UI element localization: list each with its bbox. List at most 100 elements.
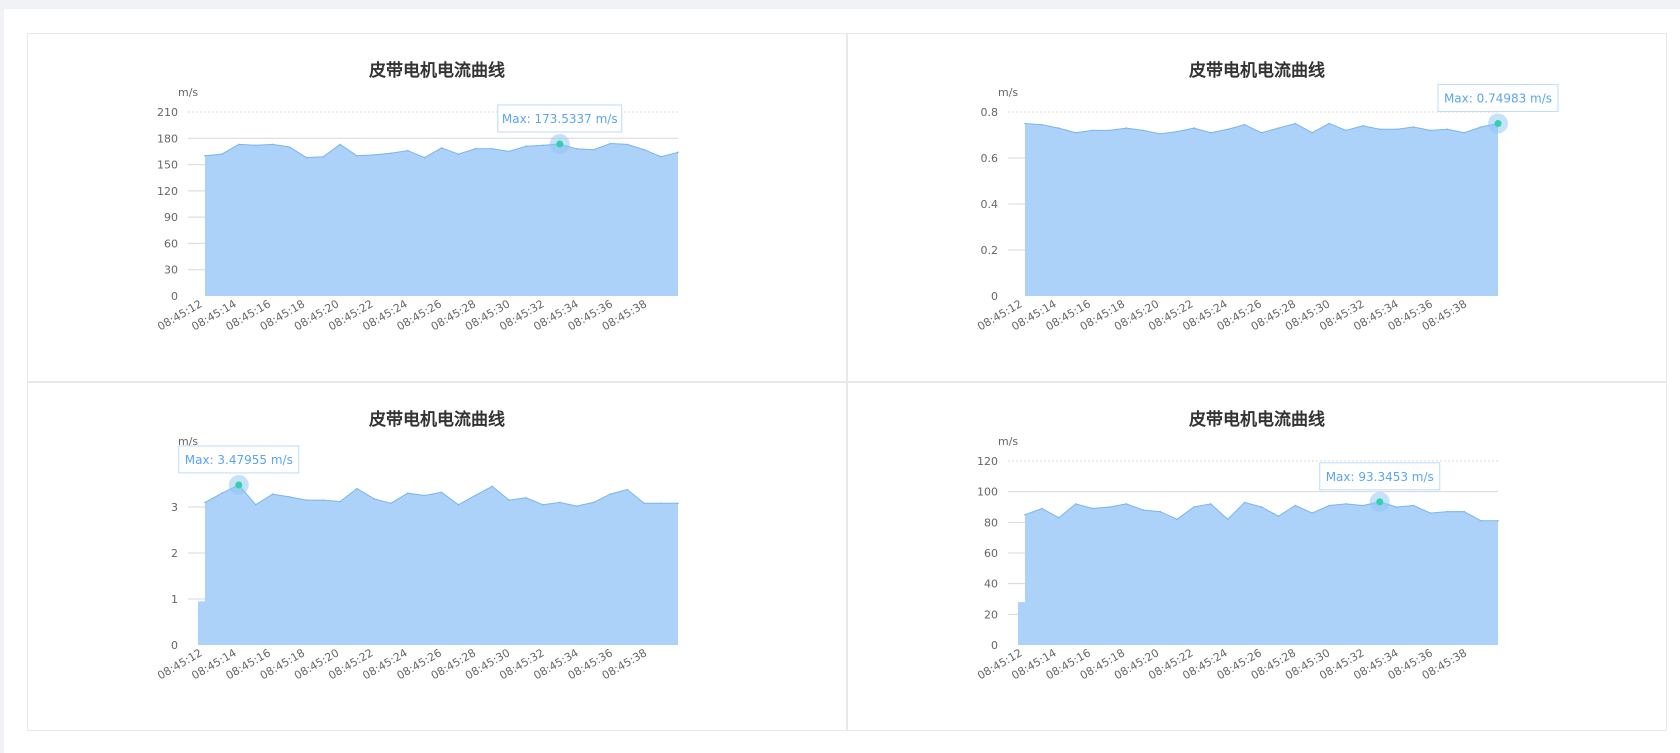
data-point (1243, 501, 1246, 504)
chart-panel-1: 皮带电机电流曲线 m/s 0 30 60 90 120 150 180 210 Max: 173.5… (27, 33, 847, 382)
data-point (491, 485, 494, 488)
max-marker[interactable] (556, 140, 564, 148)
data-point (1345, 503, 1347, 505)
data-point (575, 505, 578, 507)
y-tick-label: 20 (984, 608, 998, 621)
y-tick-label: 0 (991, 639, 998, 652)
y-tick-label: 30 (164, 264, 178, 277)
y-axis-unit: m/s (178, 86, 198, 99)
area-fill (1025, 123, 1498, 296)
page-background: 皮带电机电流曲线 m/s 0 30 60 90 120 150 180 210 Max: 173.5… (4, 9, 1680, 753)
area-fill (205, 143, 678, 296)
data-point (390, 502, 392, 505)
data-point (1142, 509, 1145, 511)
y-axis-unit: m/s (998, 86, 1018, 99)
data-point (626, 488, 629, 491)
y-tick-label: 180 (157, 132, 178, 145)
data-point (1226, 518, 1229, 521)
area-fill (1025, 501, 1498, 645)
data-point (1328, 504, 1330, 507)
y-tick-label: 60 (984, 547, 998, 560)
data-point (1362, 504, 1364, 507)
area-fill (205, 484, 678, 645)
data-point (1176, 130, 1178, 133)
data-point (542, 144, 544, 147)
y-tick-label: 2 (171, 547, 178, 560)
max-marker[interactable] (1494, 120, 1502, 128)
data-point (1210, 503, 1212, 505)
y-tick-label: 210 (157, 106, 178, 119)
data-point (356, 155, 358, 157)
data-point (643, 502, 645, 505)
data-point (373, 154, 375, 156)
data-point (1429, 129, 1432, 132)
y-tick-label: 120 (977, 455, 998, 468)
data-point (1412, 504, 1415, 507)
data-point (305, 156, 308, 159)
data-point (271, 493, 274, 495)
data-point (254, 503, 257, 506)
y-tick-label: 90 (164, 211, 178, 224)
data-point (1429, 512, 1432, 514)
data-point (1125, 503, 1128, 505)
data-point (575, 148, 578, 150)
y-tick-label: 60 (164, 237, 178, 250)
y-tick-label: 0.6 (981, 152, 999, 165)
data-point (1226, 128, 1229, 131)
data-point (508, 499, 510, 501)
data-point (423, 494, 426, 497)
data-point (1362, 125, 1364, 127)
chart-grid: 皮带电机电流曲线 m/s 0 30 60 90 120 150 180 210 Max: 173.5… (27, 33, 1667, 731)
data-point (1497, 520, 1499, 522)
data-point (271, 143, 274, 146)
data-point (339, 143, 341, 146)
y-tick-label: 0.8 (981, 106, 999, 119)
max-marker[interactable] (235, 481, 243, 489)
data-point (525, 145, 527, 147)
data-point (643, 148, 645, 151)
data-point (406, 149, 409, 152)
data-point (1159, 133, 1161, 135)
data-point (440, 147, 443, 149)
data-point (1125, 127, 1128, 129)
data-point (609, 493, 612, 495)
data-point (542, 503, 544, 506)
data-point (1058, 516, 1060, 519)
data-point (1243, 123, 1246, 126)
data-point (1294, 122, 1297, 125)
y-tick-label: 1 (171, 593, 178, 606)
data-point (1260, 131, 1263, 134)
data-point (406, 492, 409, 494)
data-point (1024, 513, 1026, 516)
data-point (1294, 504, 1297, 507)
chart-panel-3: 皮带电机电流曲线 m/s 0 1 2 3 Max: 3.47955 m/s 08:45:12 0… (27, 382, 847, 731)
data-point (592, 501, 595, 504)
data-point (254, 144, 257, 147)
data-point (288, 146, 291, 148)
chart-svg-4: 皮带电机电流曲线 m/s 0 20 40 60 80 100 120 Max: 93.3453 m… (975, 409, 1499, 682)
data-point (1108, 506, 1111, 508)
data-point (1058, 127, 1060, 129)
chart-title: 皮带电机电流曲线 (369, 409, 505, 430)
max-marker[interactable] (1376, 498, 1384, 506)
data-point (1480, 126, 1482, 128)
tooltip-text: Max: 173.5337 m/s (502, 112, 618, 126)
data-point (322, 499, 325, 501)
data-point (1277, 127, 1280, 129)
data-point (559, 501, 561, 504)
data-point (1176, 518, 1178, 521)
chart-panel-2: 皮带电机电流曲线 m/s 0 0.2 0.4 0.6 0.8 Max: 0.74983 m/s… (847, 33, 1667, 382)
data-point (221, 492, 223, 494)
data-point (474, 494, 477, 497)
data-point (238, 143, 240, 146)
data-point (677, 502, 679, 505)
data-point (204, 155, 206, 157)
data-point (1091, 507, 1094, 510)
y-tick-label: 40 (984, 578, 998, 591)
data-point (1328, 122, 1330, 125)
data-point (1277, 515, 1280, 517)
chart-title: 皮带电机电流曲线 (369, 60, 505, 81)
data-point (626, 143, 629, 146)
data-point (1463, 131, 1465, 134)
data-point (1395, 128, 1398, 131)
